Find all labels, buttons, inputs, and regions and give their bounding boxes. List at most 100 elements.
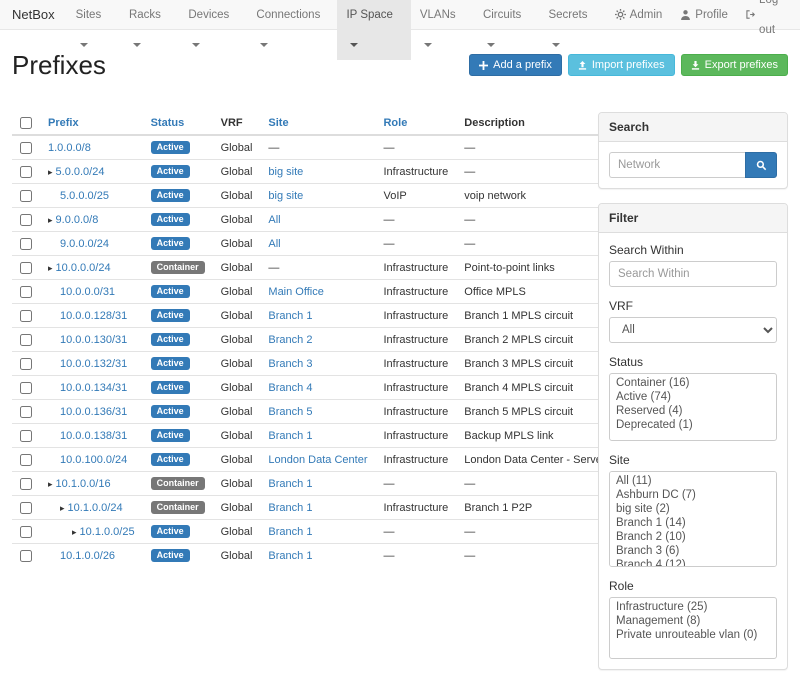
filter-option[interactable]: Branch 4 (12) (612, 558, 774, 567)
prefix-link[interactable]: 10.0.100.0/24 (60, 454, 127, 466)
filter-option[interactable]: Branch 2 (10) (612, 530, 774, 544)
site-link[interactable]: Branch 3 (268, 358, 312, 370)
row-checkbox[interactable] (20, 478, 32, 490)
vrf-filter-label: VRF (609, 299, 777, 313)
prefix-link[interactable]: 10.1.0.0/26 (60, 550, 115, 562)
prefix-link[interactable]: 10.0.0.128/31 (60, 310, 127, 322)
filter-option[interactable]: Management (8) (612, 614, 774, 628)
profile-link[interactable]: Profile (671, 0, 737, 29)
column-header[interactable]: Role (375, 112, 456, 135)
nav-item[interactable]: IP Space (337, 0, 410, 29)
prefix-link[interactable]: 10.0.0.138/31 (60, 430, 127, 442)
prefix-link[interactable]: 10.0.0.0/24 (56, 262, 111, 274)
filter-option[interactable]: Deprecated (1) (612, 418, 774, 432)
admin-link[interactable]: Admin (606, 0, 672, 29)
column-header[interactable]: Prefix (40, 112, 143, 135)
site-link[interactable]: big site (268, 166, 303, 178)
nav-item[interactable]: VLANs (411, 0, 474, 29)
site-link[interactable]: London Data Center (268, 454, 367, 466)
row-checkbox[interactable] (20, 526, 32, 538)
prefix-link[interactable]: 10.0.0.132/31 (60, 358, 127, 370)
filter-option[interactable]: All (11) (612, 474, 774, 488)
row-checkbox[interactable] (20, 502, 32, 514)
site-link[interactable]: All (268, 238, 280, 250)
row-checkbox[interactable] (20, 454, 32, 466)
row-checkbox[interactable] (20, 310, 32, 322)
row-checkbox-cell (12, 496, 40, 520)
filter-option[interactable]: Container (16) (612, 376, 774, 390)
prefix-link[interactable]: 9.0.0.0/8 (56, 214, 99, 226)
filter-option[interactable]: big site (2) (612, 502, 774, 516)
nav-item[interactable]: Devices (179, 0, 247, 29)
filter-option[interactable]: Private unrouteable vlan (0) (612, 628, 774, 642)
plus-icon (479, 61, 488, 70)
site-link[interactable]: Branch 2 (268, 334, 312, 346)
filter-option[interactable]: Reserved (4) (612, 404, 774, 418)
site-link[interactable]: Branch 1 (268, 310, 312, 322)
site-link[interactable]: Branch 1 (268, 502, 312, 514)
prefix-link[interactable]: 1.0.0.0/8 (48, 142, 91, 154)
column-header[interactable]: Status (143, 112, 213, 135)
indent-spacer (48, 438, 60, 439)
prefix-link[interactable]: 10.0.0.134/31 (60, 382, 127, 394)
row-checkbox[interactable] (20, 406, 32, 418)
filter-option[interactable]: Branch 3 (6) (612, 544, 774, 558)
prefix-link[interactable]: 10.1.0.0/24 (68, 502, 123, 514)
site-cell: — (260, 135, 375, 160)
prefix-cell: ▸10.0.0.132/31 (40, 352, 143, 376)
site-link[interactable]: Branch 1 (268, 430, 312, 442)
row-checkbox[interactable] (20, 334, 32, 346)
row-checkbox[interactable] (20, 550, 32, 562)
prefix-link[interactable]: 10.1.0.0/16 (56, 478, 111, 490)
site-link[interactable]: Branch 1 (268, 550, 312, 562)
logout-link[interactable]: Log out (737, 0, 800, 29)
prefix-link[interactable]: 10.0.0.130/31 (60, 334, 127, 346)
prefix-link[interactable]: 5.0.0.0/24 (56, 166, 105, 178)
status-filter-list[interactable]: Container (16)Active (74)Reserved (4)Dep… (609, 373, 777, 441)
filter-option[interactable]: Branch 1 (14) (612, 516, 774, 530)
prefix-link[interactable]: 9.0.0.0/24 (60, 238, 109, 250)
site-link[interactable]: Branch 4 (268, 382, 312, 394)
add-prefix-button[interactable]: Add a prefix (469, 54, 562, 76)
vrf-filter-select[interactable]: All (609, 317, 777, 343)
prefix-link[interactable]: 5.0.0.0/25 (60, 190, 109, 202)
select-all-checkbox[interactable] (20, 117, 32, 129)
nav-item[interactable]: Connections (247, 0, 337, 29)
site-link[interactable]: Branch 1 (268, 526, 312, 538)
app-brand[interactable]: NetBox (0, 0, 67, 29)
search-within-input[interactable] (609, 261, 777, 287)
filter-option[interactable]: Infrastructure (25) (612, 600, 774, 614)
row-checkbox[interactable] (20, 142, 32, 154)
column-header[interactable]: Site (260, 112, 375, 135)
row-checkbox[interactable] (20, 166, 32, 178)
row-checkbox[interactable] (20, 358, 32, 370)
site-link[interactable]: Main Office (268, 286, 323, 298)
site-filter-list[interactable]: All (11)Ashburn DC (7)big site (2)Branch… (609, 471, 777, 567)
search-input[interactable] (609, 152, 745, 178)
site-link[interactable]: big site (268, 190, 303, 202)
row-checkbox[interactable] (20, 286, 32, 298)
nav-item[interactable]: Racks (120, 0, 179, 29)
import-prefixes-button[interactable]: Import prefixes (568, 54, 675, 76)
row-checkbox[interactable] (20, 190, 32, 202)
row-checkbox[interactable] (20, 238, 32, 250)
site-link[interactable]: Branch 5 (268, 406, 312, 418)
nav-item[interactable]: Circuits (474, 0, 540, 29)
row-checkbox[interactable] (20, 214, 32, 226)
filter-option[interactable]: Active (74) (612, 390, 774, 404)
nav-item[interactable]: Sites (67, 0, 120, 29)
prefix-link[interactable]: 10.1.0.0/25 (80, 526, 135, 538)
site-link[interactable]: All (268, 214, 280, 226)
prefix-link[interactable]: 10.0.0.0/31 (60, 286, 115, 298)
chevron-down-icon (260, 43, 268, 47)
site-link[interactable]: Branch 1 (268, 478, 312, 490)
nav-item[interactable]: Secrets (539, 0, 605, 29)
export-prefixes-button[interactable]: Export prefixes (681, 54, 788, 76)
filter-option[interactable]: Ashburn DC (7) (612, 488, 774, 502)
role-filter-list[interactable]: Infrastructure (25)Management (8)Private… (609, 597, 777, 659)
row-checkbox[interactable] (20, 262, 32, 274)
search-button[interactable] (745, 152, 777, 178)
prefix-link[interactable]: 10.0.0.136/31 (60, 406, 127, 418)
row-checkbox[interactable] (20, 430, 32, 442)
row-checkbox[interactable] (20, 382, 32, 394)
